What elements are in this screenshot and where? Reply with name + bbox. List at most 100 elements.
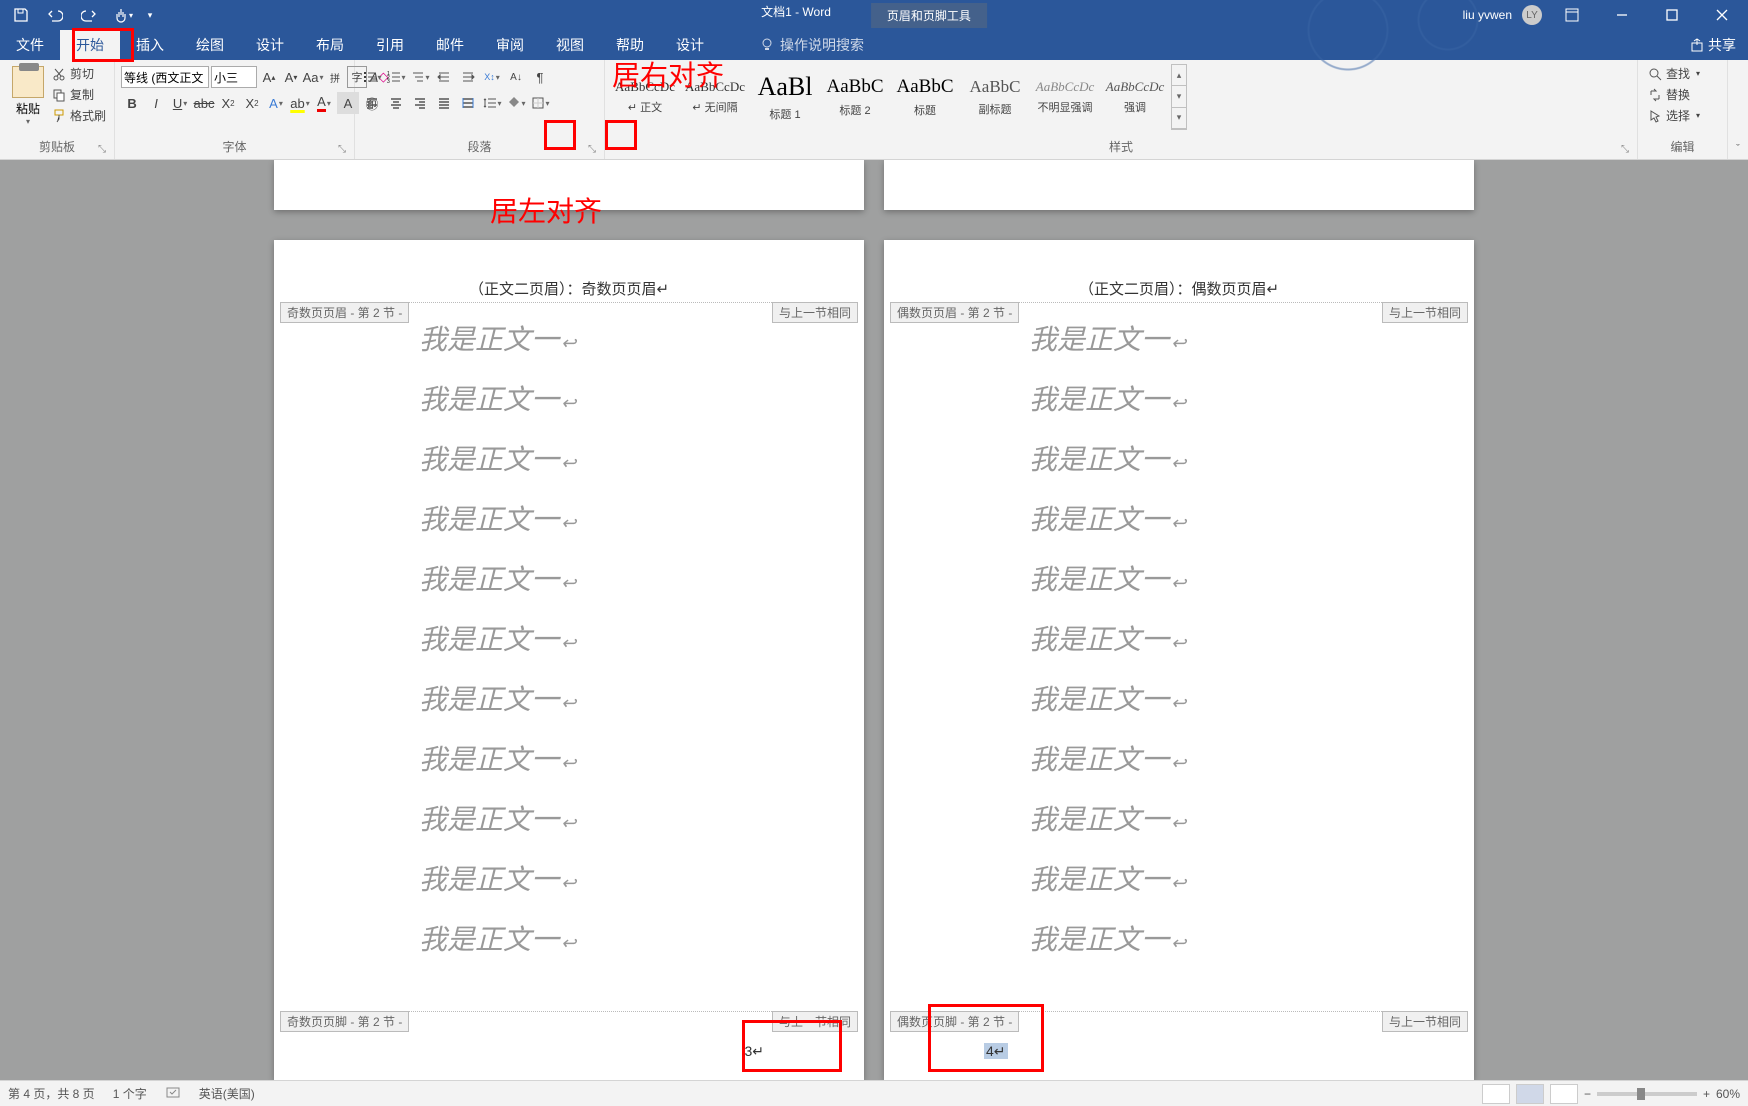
bold-button[interactable]: B [121, 92, 143, 114]
increase-indent-button[interactable] [457, 66, 479, 88]
styles-launcher-icon[interactable]: ⤡ [1621, 144, 1629, 155]
highlight-button[interactable]: ab▾ [289, 92, 311, 114]
italic-button[interactable]: I [145, 92, 167, 114]
page-prev-odd[interactable] [274, 160, 864, 210]
tab-file[interactable]: 文件 [0, 29, 60, 61]
format-painter-button[interactable]: 格式刷 [50, 106, 108, 125]
clipboard-launcher-icon[interactable]: ⤡ [98, 144, 106, 155]
style-item[interactable]: AaBbCcDc↵ 无间隔 [681, 64, 749, 130]
replace-button[interactable]: 替换 [1644, 85, 1704, 104]
change-case-button[interactable]: Aa▾ [303, 66, 323, 88]
sort-button[interactable]: A↓ [505, 66, 527, 88]
text-effects-button[interactable]: A▾ [265, 92, 287, 114]
tab-help[interactable]: 帮助 [600, 29, 660, 61]
status-language[interactable]: 英语(美国) [199, 1085, 255, 1102]
tell-me-search[interactable]: 操作说明搜索 [760, 35, 864, 55]
font-launcher-icon[interactable]: ⤡ [338, 144, 346, 155]
align-center-button[interactable] [385, 92, 407, 114]
tab-mailings[interactable]: 邮件 [420, 29, 480, 61]
odd-page-number[interactable]: 3↵ [744, 1043, 764, 1060]
paste-button[interactable]: 粘贴 ▾ [6, 64, 50, 128]
save-icon[interactable] [6, 1, 36, 29]
view-web-button[interactable] [1550, 1084, 1578, 1104]
tab-review[interactable]: 审阅 [480, 29, 540, 61]
status-proofing-icon[interactable] [165, 1084, 181, 1103]
tab-insert[interactable]: 插入 [120, 29, 180, 61]
multilevel-list-button[interactable]: ▾ [409, 66, 431, 88]
shrink-font-button[interactable]: A▾ [281, 66, 301, 88]
minimize-icon[interactable] [1602, 0, 1642, 30]
show-marks-button[interactable]: ¶ [529, 66, 551, 88]
zoom-out-button[interactable]: − [1584, 1087, 1591, 1101]
cut-button[interactable]: 剪切 [50, 64, 108, 83]
shading-button[interactable]: ▾ [505, 92, 527, 114]
zoom-level[interactable]: 60% [1716, 1087, 1740, 1101]
style-item[interactable]: AaBbCcDc强调 [1101, 64, 1169, 130]
paragraph-launcher-icon[interactable]: ⤡ [588, 144, 596, 155]
style-item[interactable]: AaBbC标题 2 [821, 64, 889, 130]
view-read-button[interactable] [1482, 1084, 1510, 1104]
tab-design[interactable]: 设计 [240, 29, 300, 61]
status-words[interactable]: 1 个字 [113, 1085, 147, 1102]
decrease-indent-button[interactable] [433, 66, 455, 88]
numbering-button[interactable]: 123▾ [385, 66, 407, 88]
style-item[interactable]: AaBbC副标题 [961, 64, 1029, 130]
user-avatar[interactable]: LY [1522, 5, 1542, 25]
font-color-button[interactable]: A▾ [313, 92, 335, 114]
tab-view[interactable]: 视图 [540, 29, 600, 61]
tab-home[interactable]: 开始 [60, 29, 120, 61]
justify-button[interactable] [433, 92, 455, 114]
bullets-button[interactable]: ▾ [361, 66, 383, 88]
qat-customize-icon[interactable]: ▾ [142, 1, 158, 29]
styles-gallery[interactable]: AaBbCcDc↵ 正文AaBbCcDc↵ 无间隔AaBl标题 1AaBbC标题… [611, 64, 1187, 134]
tab-references[interactable]: 引用 [360, 29, 420, 61]
page-prev-even[interactable] [884, 160, 1474, 210]
page-even[interactable]: （正文二页眉）：偶数页页眉↵ 偶数页页眉 - 第 2 节 - 与上一节相同 我是… [884, 240, 1474, 1080]
strikethrough-button[interactable]: abc [193, 92, 215, 114]
borders-button[interactable]: ▾ [529, 92, 551, 114]
ribbon-tabs: 文件 开始 插入 绘图 设计 布局 引用 邮件 审阅 视图 帮助 设计 操作说明… [0, 30, 1748, 60]
subscript-button[interactable]: X2 [217, 92, 239, 114]
odd-header-text[interactable]: （正文二页眉）：奇数页页眉↵ [274, 278, 864, 299]
align-left-button[interactable] [361, 92, 383, 114]
grow-font-button[interactable]: A▴ [259, 66, 279, 88]
distribute-button[interactable] [457, 92, 479, 114]
page-odd[interactable]: （正文二页眉）：奇数页页眉↵ 奇数页页眉 - 第 2 节 - 与上一节相同 我是… [274, 240, 864, 1080]
font-size-select[interactable] [211, 66, 257, 88]
touch-mode-icon[interactable]: ▾ [108, 1, 138, 29]
view-print-button[interactable] [1516, 1084, 1544, 1104]
tab-draw[interactable]: 绘图 [180, 29, 240, 61]
zoom-slider[interactable] [1597, 1092, 1697, 1096]
style-item[interactable]: AaBbCcDc不明显强调 [1031, 64, 1099, 130]
same-as-prev-tag: 与上一节相同 [772, 1011, 858, 1032]
tab-layout[interactable]: 布局 [300, 29, 360, 61]
even-header-text[interactable]: （正文二页眉）：偶数页页眉↵ [884, 278, 1474, 299]
user-name: liu yvwen [1463, 8, 1512, 22]
close-icon[interactable] [1702, 0, 1742, 30]
style-item[interactable]: AaBbC标题 [891, 64, 959, 130]
find-button[interactable]: 查找▾ [1644, 64, 1704, 83]
status-page[interactable]: 第 4 页，共 8 页 [8, 1085, 95, 1102]
style-item[interactable]: AaBl标题 1 [751, 64, 819, 130]
share-button[interactable]: 共享 [1678, 31, 1748, 59]
superscript-button[interactable]: X2 [241, 92, 263, 114]
context-tab-header-footer: 页眉和页脚工具 [871, 3, 987, 28]
select-button[interactable]: 选择▾ [1644, 106, 1704, 125]
styles-gallery-scroll[interactable]: ▴▾▾ [1171, 64, 1187, 130]
redo-icon[interactable] [74, 1, 104, 29]
collapse-ribbon-button[interactable]: ˇ [1728, 60, 1748, 159]
style-item[interactable]: AaBbCcDc↵ 正文 [611, 64, 679, 130]
asian-layout-button[interactable]: X↕▾ [481, 66, 503, 88]
zoom-in-button[interactable]: + [1703, 1087, 1710, 1101]
underline-button[interactable]: U▾ [169, 92, 191, 114]
even-page-number[interactable]: 4↵ [984, 1043, 1008, 1060]
undo-icon[interactable] [40, 1, 70, 29]
maximize-icon[interactable] [1652, 0, 1692, 30]
ribbon-display-icon[interactable] [1552, 0, 1592, 30]
phonetic-guide-button[interactable]: 拼 [325, 66, 345, 88]
copy-button[interactable]: 复制 [50, 85, 108, 104]
font-name-select[interactable] [121, 66, 209, 88]
align-right-button[interactable] [409, 92, 431, 114]
line-spacing-button[interactable]: ▾ [481, 92, 503, 114]
tab-hf-design[interactable]: 设计 [660, 29, 720, 61]
